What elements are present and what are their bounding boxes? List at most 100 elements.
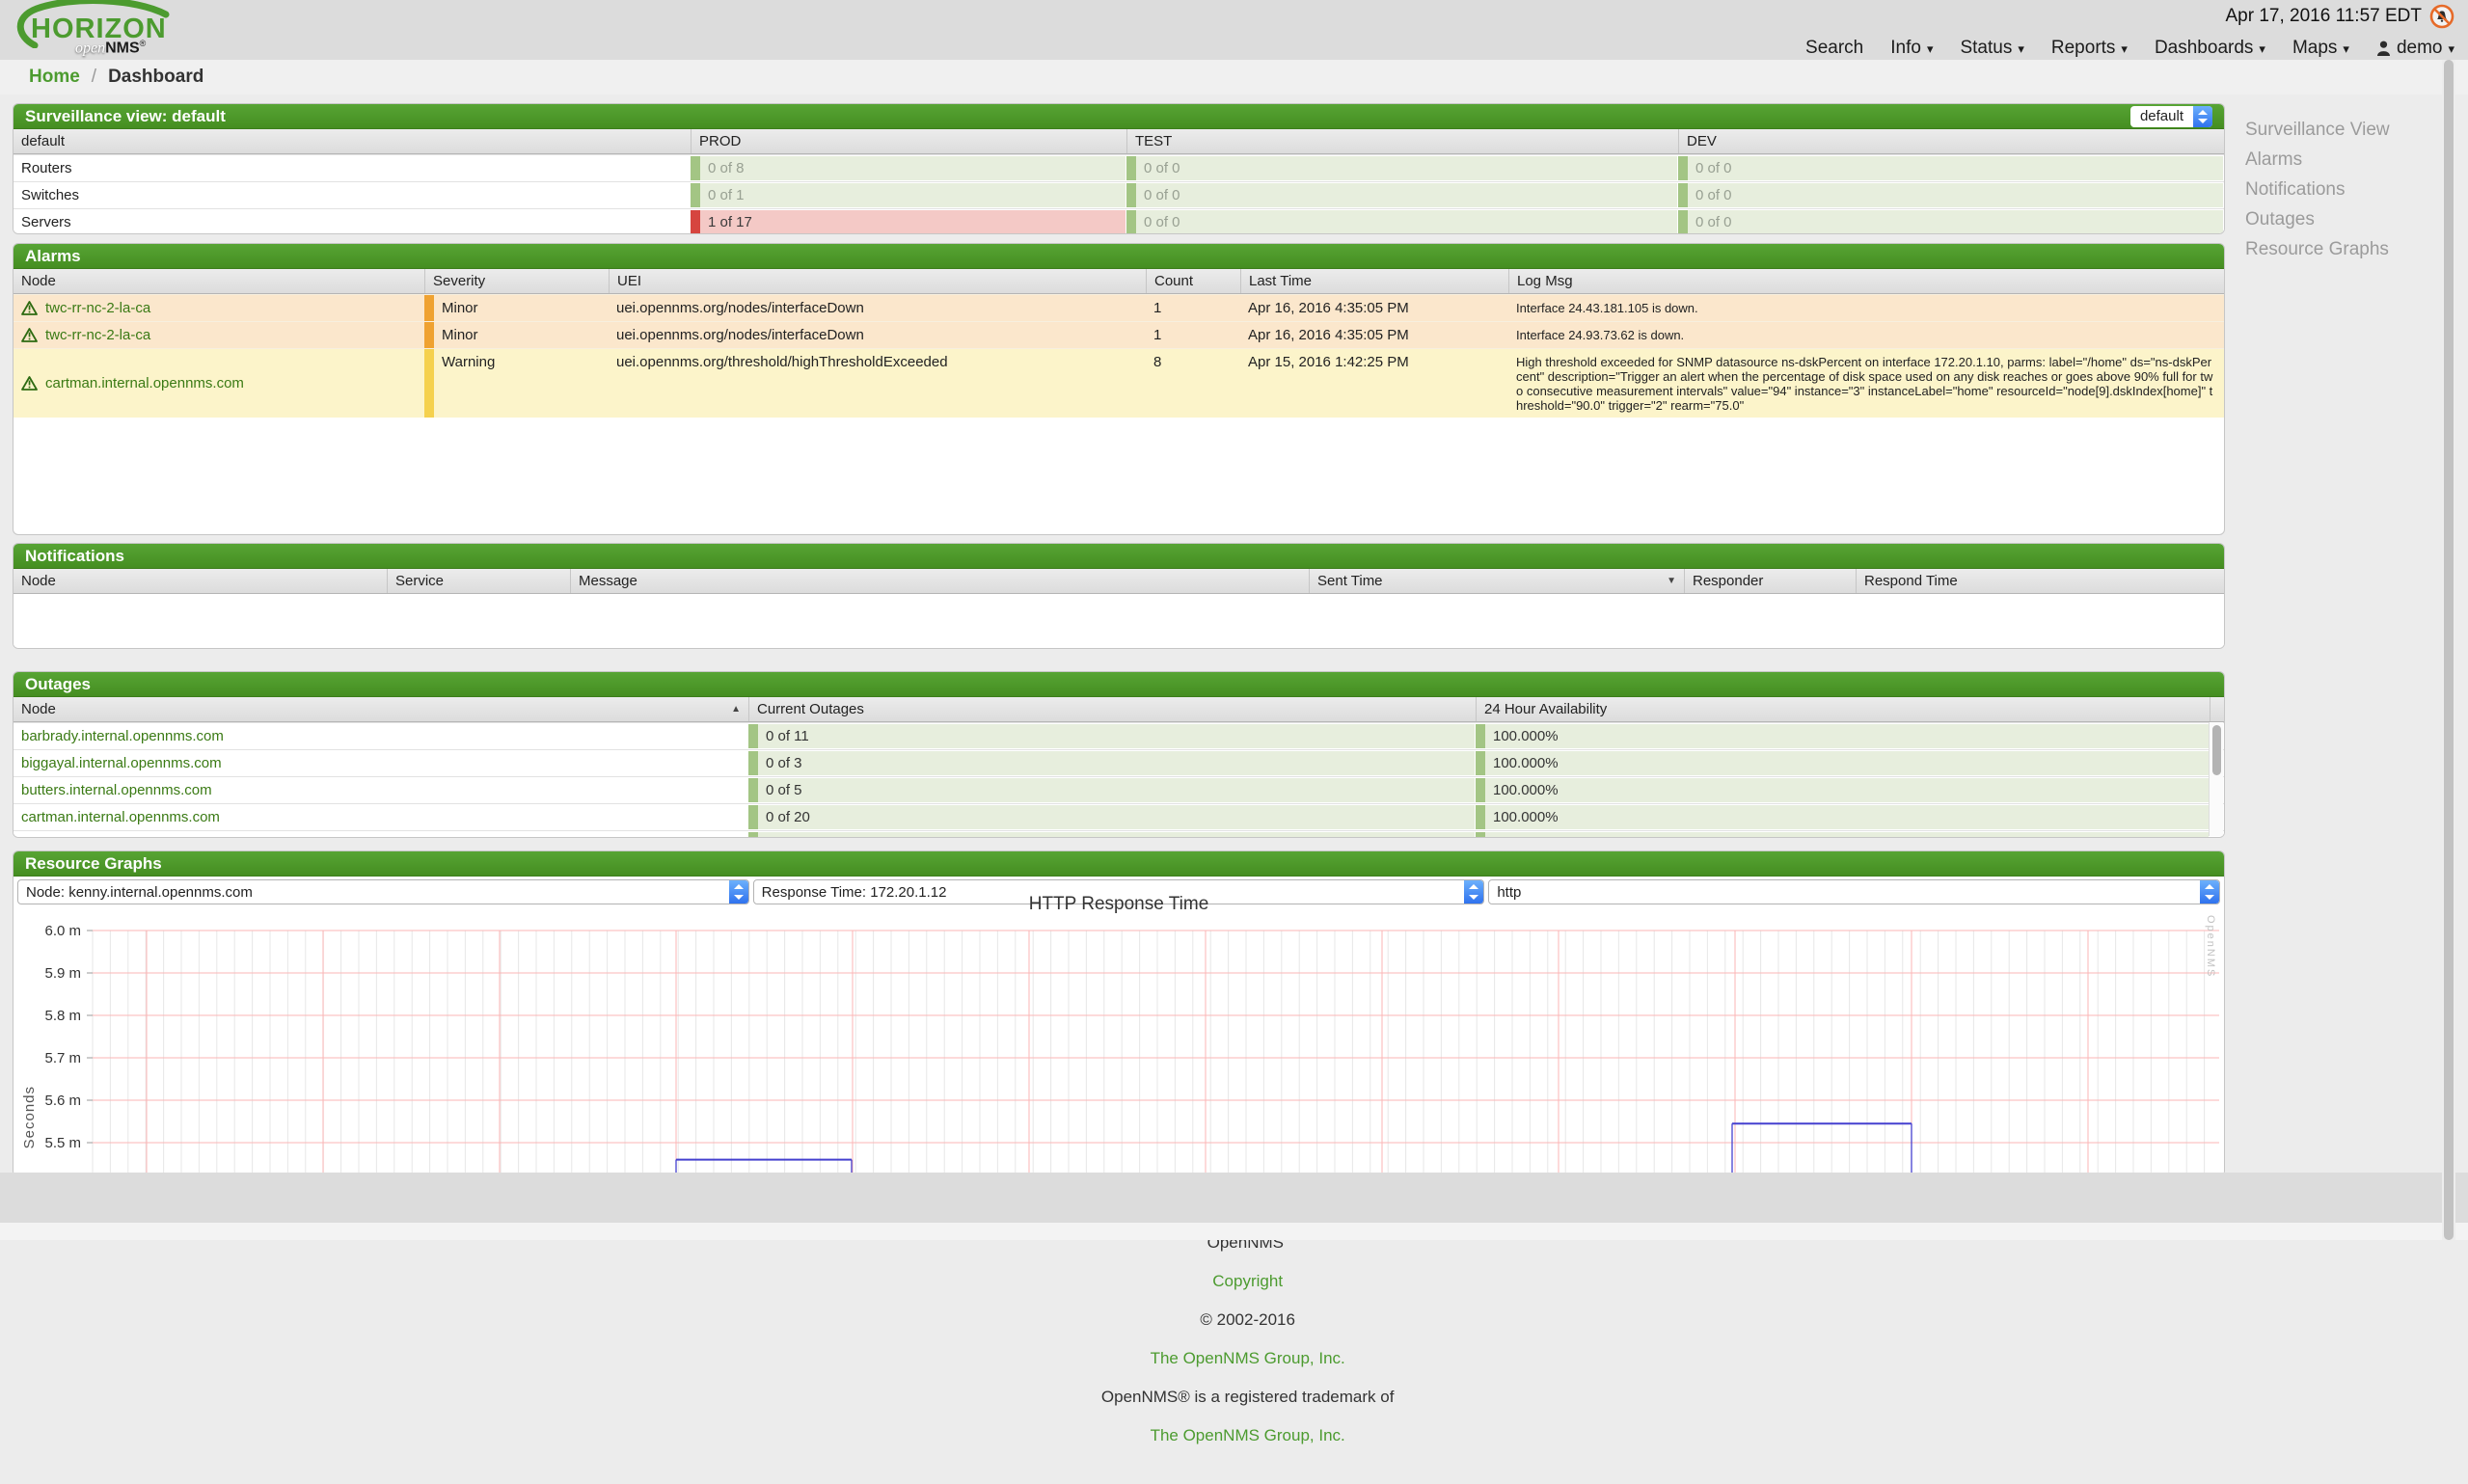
alarm-node-link[interactable]: twc-rr-nc-2-la-ca xyxy=(45,300,150,316)
alarms-column-header[interactable]: UEI xyxy=(609,269,1146,293)
surveillance-table-header: default PROD TEST DEV xyxy=(14,129,2224,154)
surveillance-cell-prod[interactable]: 0 of 1 xyxy=(691,183,1126,207)
alarms-panel-header: Alarms xyxy=(14,244,2224,269)
alarm-uei: uei.opennms.org/threshold/highThresholdE… xyxy=(609,349,1146,418)
outage-node-link[interactable]: connect.opennms.com xyxy=(21,836,167,838)
outage-node-link[interactable]: barbrady.internal.opennms.com xyxy=(21,728,224,744)
footer-link[interactable]: Copyright xyxy=(1212,1272,1283,1290)
outages-column-header[interactable] xyxy=(2210,697,2225,721)
sidebar-link[interactable]: Alarms xyxy=(2245,149,2438,171)
http-response-time-chart: HTTP Response Time Seconds OpenNMS 6.0 m… xyxy=(14,907,2224,1176)
surveillance-row: Servers 1 of 17 0 of 0 0 of 0 xyxy=(14,208,2224,234)
footer-link[interactable]: The OpenNMS Group, Inc. xyxy=(1151,1349,1345,1367)
outage-row: biggayal.internal.opennms.com 0 of 3 100… xyxy=(14,749,2224,776)
outages-panel-title: Outages xyxy=(25,672,91,697)
svg-text:5.6 m: 5.6 m xyxy=(44,1093,81,1109)
alarm-node-link[interactable]: cartman.internal.opennms.com xyxy=(45,375,244,391)
surveillance-cell-dev[interactable]: 0 of 0 xyxy=(1678,210,2223,234)
outage-availability-cell: 100.000% xyxy=(1476,724,2209,748)
surveillance-cell-prod[interactable]: 1 of 17 xyxy=(691,210,1126,234)
page-scrollbar-thumb[interactable] xyxy=(2444,60,2454,1240)
outages-panel-header: Outages xyxy=(14,672,2224,697)
outages-column-header[interactable]: Node ▲ xyxy=(14,697,748,721)
surveillance-row: Switches 0 of 1 0 of 0 0 of 0 xyxy=(14,181,2224,208)
surveillance-panel-title: Surveillance view: default xyxy=(25,104,226,129)
surveillance-cell-test[interactable]: 0 of 0 xyxy=(1126,183,1677,207)
surveillance-column-header[interactable]: TEST xyxy=(1126,129,1678,153)
surveillance-view-select-value: default xyxy=(2130,106,2193,127)
alarms-table-header: Node Severity UEI Count Last Time Log Ms… xyxy=(14,269,2224,294)
outage-node-link[interactable]: cartman.internal.opennms.com xyxy=(21,809,220,825)
caret-down-icon: ▾ xyxy=(2121,42,2128,55)
alarms-column-header[interactable]: Severity xyxy=(424,269,609,293)
notifications-column-header[interactable]: Respond Time xyxy=(1856,569,2224,593)
nav-item[interactable]: Status ▾ xyxy=(1960,38,2023,59)
footer-link[interactable]: The OpenNMS Group, Inc. xyxy=(1151,1426,1345,1444)
alarms-column-header[interactable]: Log Msg xyxy=(1508,269,2224,293)
notifications-column-header[interactable]: Service xyxy=(387,569,570,593)
surveillance-view-panel: Surveillance view: default default defau… xyxy=(13,103,2225,234)
outages-column-header[interactable]: 24 Hour Availability xyxy=(1476,697,2210,721)
surveillance-cell-dev[interactable]: 0 of 0 xyxy=(1678,183,2223,207)
outage-node-link[interactable]: biggayal.internal.opennms.com xyxy=(21,755,222,771)
nav-item[interactable]: Reports ▾ xyxy=(2051,38,2128,59)
alarm-node-link[interactable]: twc-rr-nc-2-la-ca xyxy=(45,327,150,343)
alarms-column-header[interactable]: Node xyxy=(14,269,424,293)
svg-text:5.5 m: 5.5 m xyxy=(44,1135,81,1151)
nav-item[interactable]: Info ▾ xyxy=(1890,38,1933,59)
surveillance-row-label: Servers xyxy=(14,209,691,234)
alarm-row[interactable]: twc-rr-nc-2-la-ca Minor uei.opennms.org/… xyxy=(14,294,2224,321)
chart-watermark: OpenNMS xyxy=(2205,915,2216,978)
surveillance-cell-test[interactable]: 0 of 0 xyxy=(1126,156,1677,180)
surveillance-column-header[interactable]: default xyxy=(14,129,691,153)
alarm-last-time: Apr 16, 2016 4:35:05 PM xyxy=(1240,295,1508,321)
surveillance-column-header[interactable]: PROD xyxy=(691,129,1126,153)
nav-item-label: demo xyxy=(2397,38,2443,59)
nav-item-label: Search xyxy=(1805,38,1863,59)
breadcrumb-home-link[interactable]: Home xyxy=(29,67,80,88)
outages-column-header[interactable]: Current Outages xyxy=(748,697,1476,721)
opennms-horizon-logo[interactable]: HORIZON openNMS® xyxy=(17,2,201,58)
notifications-column-header[interactable]: Message xyxy=(570,569,1309,593)
copyright-text: OpenNMS Copyright © 2002-2016 The OpenNM… xyxy=(0,1173,2468,1484)
sidebar-link[interactable]: Notifications xyxy=(2245,179,2438,201)
alarm-log-msg: High threshold exceeded for SNMP datasou… xyxy=(1508,349,2224,418)
resource-graphs-panel: Resource Graphs Node: kenny.internal.ope… xyxy=(13,850,2225,1176)
notifications-column-header[interactable]: Sent Time ▼ xyxy=(1309,569,1684,593)
outage-row: connect.opennms.com 0 of 7 100.000% xyxy=(14,830,2224,838)
alarm-severity: Minor xyxy=(424,295,609,321)
sidebar-link[interactable]: Surveillance View xyxy=(2245,120,2438,141)
sidebar-link[interactable]: Resource Graphs xyxy=(2245,239,2438,260)
outages-scrollbar-thumb[interactable] xyxy=(2212,725,2221,775)
notifications-column-header[interactable]: Node xyxy=(14,569,387,593)
alarm-row[interactable]: cartman.internal.opennms.com Warning uei… xyxy=(14,348,2224,418)
footer-text-segment: OpenNMS® is a registered trademark of xyxy=(1097,1388,1398,1406)
alarm-row[interactable]: twc-rr-nc-2-la-ca Minor uei.opennms.org/… xyxy=(14,321,2224,348)
outage-availability-cell: 100.000% xyxy=(1476,805,2209,829)
svg-text:5.7 m: 5.7 m xyxy=(44,1050,81,1066)
outages-scrollbar[interactable] xyxy=(2209,722,2223,836)
surveillance-column-header[interactable]: DEV xyxy=(1678,129,2224,153)
alarms-panel-title: Alarms xyxy=(25,244,81,269)
notices-off-icon[interactable] xyxy=(2429,4,2454,29)
nav-item[interactable]: Maps ▾ xyxy=(2292,38,2349,59)
nav-item[interactable]: Search xyxy=(1805,38,1863,59)
outage-node-link[interactable]: butters.internal.opennms.com xyxy=(21,782,212,798)
surveillance-cell-test[interactable]: 0 of 0 xyxy=(1126,210,1677,234)
nav-item[interactable]: Dashboards ▾ xyxy=(2155,38,2265,59)
caret-down-icon: ▾ xyxy=(2448,42,2454,55)
sidebar-link[interactable]: Outages xyxy=(2245,209,2438,230)
alarms-column-header[interactable]: Last Time xyxy=(1240,269,1508,293)
page-scrollbar[interactable] xyxy=(2442,60,2455,1240)
outages-panel: Outages Node ▲ Current Outages 24 Hour A… xyxy=(13,671,2225,838)
surveillance-view-select[interactable]: default xyxy=(2130,106,2212,127)
notifications-panel-header: Notifications xyxy=(14,544,2224,569)
select-stepper-icon xyxy=(2193,106,2212,127)
notifications-column-header[interactable]: Responder xyxy=(1684,569,1856,593)
nav-item[interactable]: demo ▾ xyxy=(2376,38,2454,59)
notifications-panel-title: Notifications xyxy=(25,544,124,569)
alarms-column-header[interactable]: Count xyxy=(1146,269,1240,293)
footer-text-segment: © 2002-2016 xyxy=(1196,1310,1300,1329)
surveillance-cell-dev[interactable]: 0 of 0 xyxy=(1678,156,2223,180)
surveillance-cell-prod[interactable]: 0 of 8 xyxy=(691,156,1126,180)
